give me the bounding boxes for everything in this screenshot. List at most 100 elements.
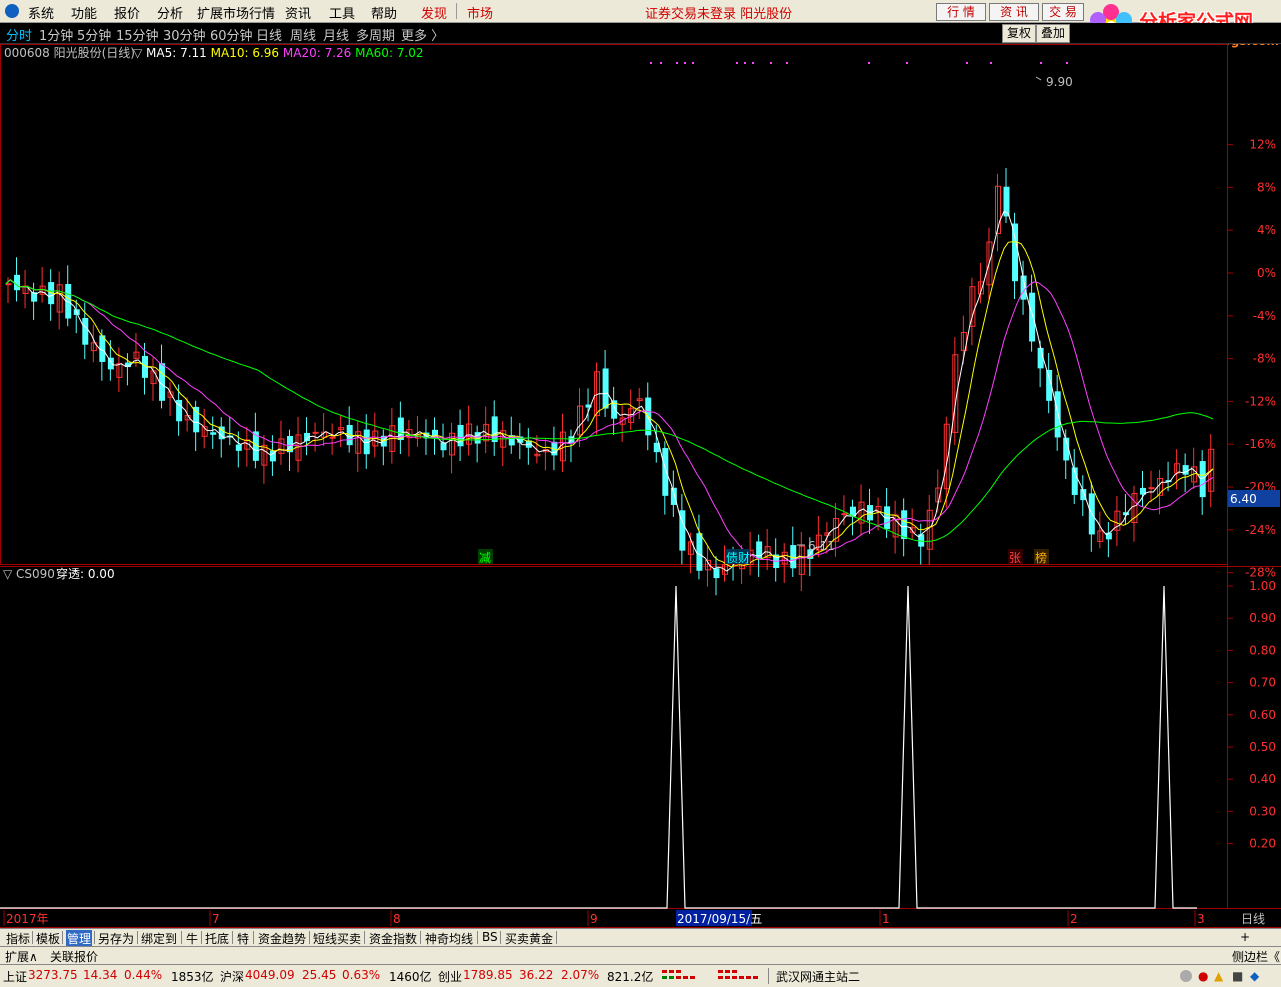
kline-chart[interactable]: 12%8%4%0%-4%-8%-12%-16%-20%-24%-28% 1.00… — [0, 44, 1281, 928]
candlesticks — [5, 167, 1215, 596]
ma-legend-item: MA20: 7.26 — [283, 46, 355, 60]
tab-manage[interactable]: 管理 — [66, 930, 93, 947]
period-60min[interactable]: 60分钟 — [210, 25, 253, 44]
penetration-line — [0, 585, 1197, 909]
tab-bind-to[interactable]: 绑定到 — [141, 930, 177, 947]
sidebar-toggle[interactable]: 侧边栏《 — [1232, 948, 1280, 965]
candle-body — [457, 424, 464, 447]
period-monthly[interactable]: 月线 — [323, 25, 349, 44]
server-name[interactable]: 武汉网通主站二 — [776, 968, 860, 985]
tab-special[interactable]: 特 — [237, 930, 249, 947]
ma-legend: ▽ MA5: 7.11 MA10: 6.96 MA20: 7.26 MA60: … — [133, 46, 424, 60]
tab-sep — [500, 931, 501, 944]
period-15min[interactable]: 15分钟 — [116, 25, 159, 44]
signal-dot — [736, 62, 738, 64]
period-30min[interactable]: 30分钟 — [163, 25, 206, 44]
adjust-button[interactable]: 复权 — [1002, 24, 1036, 43]
tab-fund-index[interactable]: 资金指数 — [369, 930, 417, 947]
tab-sep — [201, 931, 202, 944]
tab-bottom-support[interactable]: 托底 — [205, 930, 229, 947]
signal-dot — [744, 62, 746, 64]
tab-gold-trade[interactable]: 买卖黄金 — [505, 930, 553, 947]
signal-dot — [990, 62, 992, 64]
menu-help[interactable]: 帮助 — [371, 3, 397, 22]
tab-sep — [62, 931, 63, 944]
related-quote-button[interactable]: 关联报价 — [50, 948, 98, 965]
event-marker-list[interactable]: 榜 — [1034, 549, 1049, 565]
tab-bs[interactable]: BS — [482, 930, 498, 944]
price-tick-label: 12% — [1249, 138, 1276, 152]
period-timeshare[interactable]: 分时 — [6, 25, 32, 44]
price-y-axis: 12%8%4%0%-4%-8%-12%-16%-20%-24%-28% — [1228, 138, 1276, 580]
menu-function[interactable]: 功能 — [71, 3, 97, 22]
stock-title: 000608 阳光股份(日线) — [4, 46, 135, 60]
candle-body — [901, 510, 908, 540]
help-icon[interactable]: ◆ — [1250, 969, 1259, 983]
overlay-button[interactable]: 叠加 — [1036, 24, 1070, 43]
sh-change: 14.34 — [83, 968, 118, 982]
quote-button[interactable]: 行 情 — [936, 3, 986, 21]
signal-dot — [966, 62, 968, 64]
add-tab-icon[interactable]: + — [1240, 930, 1250, 944]
candle-body — [491, 416, 498, 442]
menu-market[interactable]: 市场 — [467, 3, 493, 22]
x-tick-label: 2 — [1070, 912, 1078, 926]
cy-pct: 2.07% — [561, 968, 600, 982]
alert-icon[interactable]: ● — [1198, 969, 1208, 983]
tab-template[interactable]: 模板 — [36, 930, 60, 947]
candle-body — [5, 283, 12, 286]
sh-pct: 0.44% — [124, 968, 163, 982]
tab-short-trade[interactable]: 短线买卖 — [313, 930, 361, 947]
tab-bull[interactable]: 牛 — [186, 930, 198, 947]
menu-tools[interactable]: 工具 — [329, 3, 355, 22]
ma-legend-item: MA5: 7.11 — [146, 46, 211, 60]
price-tick-label: -16% — [1245, 437, 1276, 451]
menu-quote[interactable]: 报价 — [114, 3, 140, 22]
expand-button[interactable]: 扩展∧ — [5, 948, 38, 965]
moving-averages — [5, 210, 1214, 572]
sh-name[interactable]: 上证 — [3, 968, 27, 985]
tab-save-as[interactable]: 另存为 — [98, 930, 134, 947]
menu-discover[interactable]: 发现 — [421, 3, 447, 22]
period-5min[interactable]: 5分钟 — [77, 25, 111, 44]
news-button[interactable]: 资 讯 — [989, 3, 1039, 21]
cy-name[interactable]: 创业 — [438, 968, 462, 985]
event-marker-reduce[interactable]: 减 — [478, 549, 493, 565]
period-toolbar: 分时 1分钟 5分钟 15分钟 30分钟 60分钟 日线 周线 月线 多周期 更… — [0, 23, 1281, 44]
x-tick-label: 2017年 — [6, 912, 49, 926]
menu-analysis[interactable]: 分析 — [157, 3, 183, 22]
candle-body — [662, 448, 669, 496]
period-more[interactable]: 更多 〉 — [401, 25, 444, 44]
menu-ext-market[interactable]: 扩展市场行情 — [197, 3, 275, 22]
price-tick-label: 0% — [1257, 266, 1276, 280]
tab-fund-trend[interactable]: 资金趋势 — [258, 930, 306, 947]
settings-icon[interactable]: ■ — [1232, 969, 1243, 983]
trade-button[interactable]: 交 易 — [1042, 3, 1084, 21]
price-tick-label: -24% — [1245, 523, 1276, 537]
tab-indicator[interactable]: 指标 — [6, 930, 30, 947]
period-weekly[interactable]: 周线 — [290, 25, 316, 44]
warning-icon[interactable]: ▲ — [1214, 969, 1223, 983]
signal-dot — [906, 62, 908, 64]
sh-value: 3273.75 — [28, 968, 78, 982]
menu-system[interactable]: 系统 — [28, 3, 54, 22]
menu-news[interactable]: 资讯 — [285, 3, 311, 22]
period-1min[interactable]: 1分钟 — [39, 25, 73, 44]
tab-sep — [181, 931, 182, 944]
price-panel-frame — [0, 44, 1228, 565]
period-multi[interactable]: 多周期 — [356, 25, 395, 44]
x-axis: 2017年 7 8 9 1 2 3 — [3, 910, 1205, 926]
event-marker-debt[interactable]: 债财 — [725, 549, 750, 565]
candle-body — [235, 444, 242, 451]
ma-legend-item: MA60: 7.02 — [355, 46, 423, 60]
sz-name[interactable]: 沪深 — [220, 968, 244, 985]
period-daily[interactable]: 日线 — [256, 25, 282, 44]
current-price-box: 6.40 — [1228, 490, 1280, 507]
price-tick-label: -4% — [1253, 309, 1276, 323]
candle-body — [14, 274, 21, 291]
candle-body — [713, 568, 720, 579]
tab-sep — [253, 931, 254, 944]
tab-magic-ma[interactable]: 神奇均线 — [425, 930, 473, 947]
event-marker-rise[interactable]: 张 — [1008, 549, 1023, 565]
signal-dot — [786, 62, 788, 64]
